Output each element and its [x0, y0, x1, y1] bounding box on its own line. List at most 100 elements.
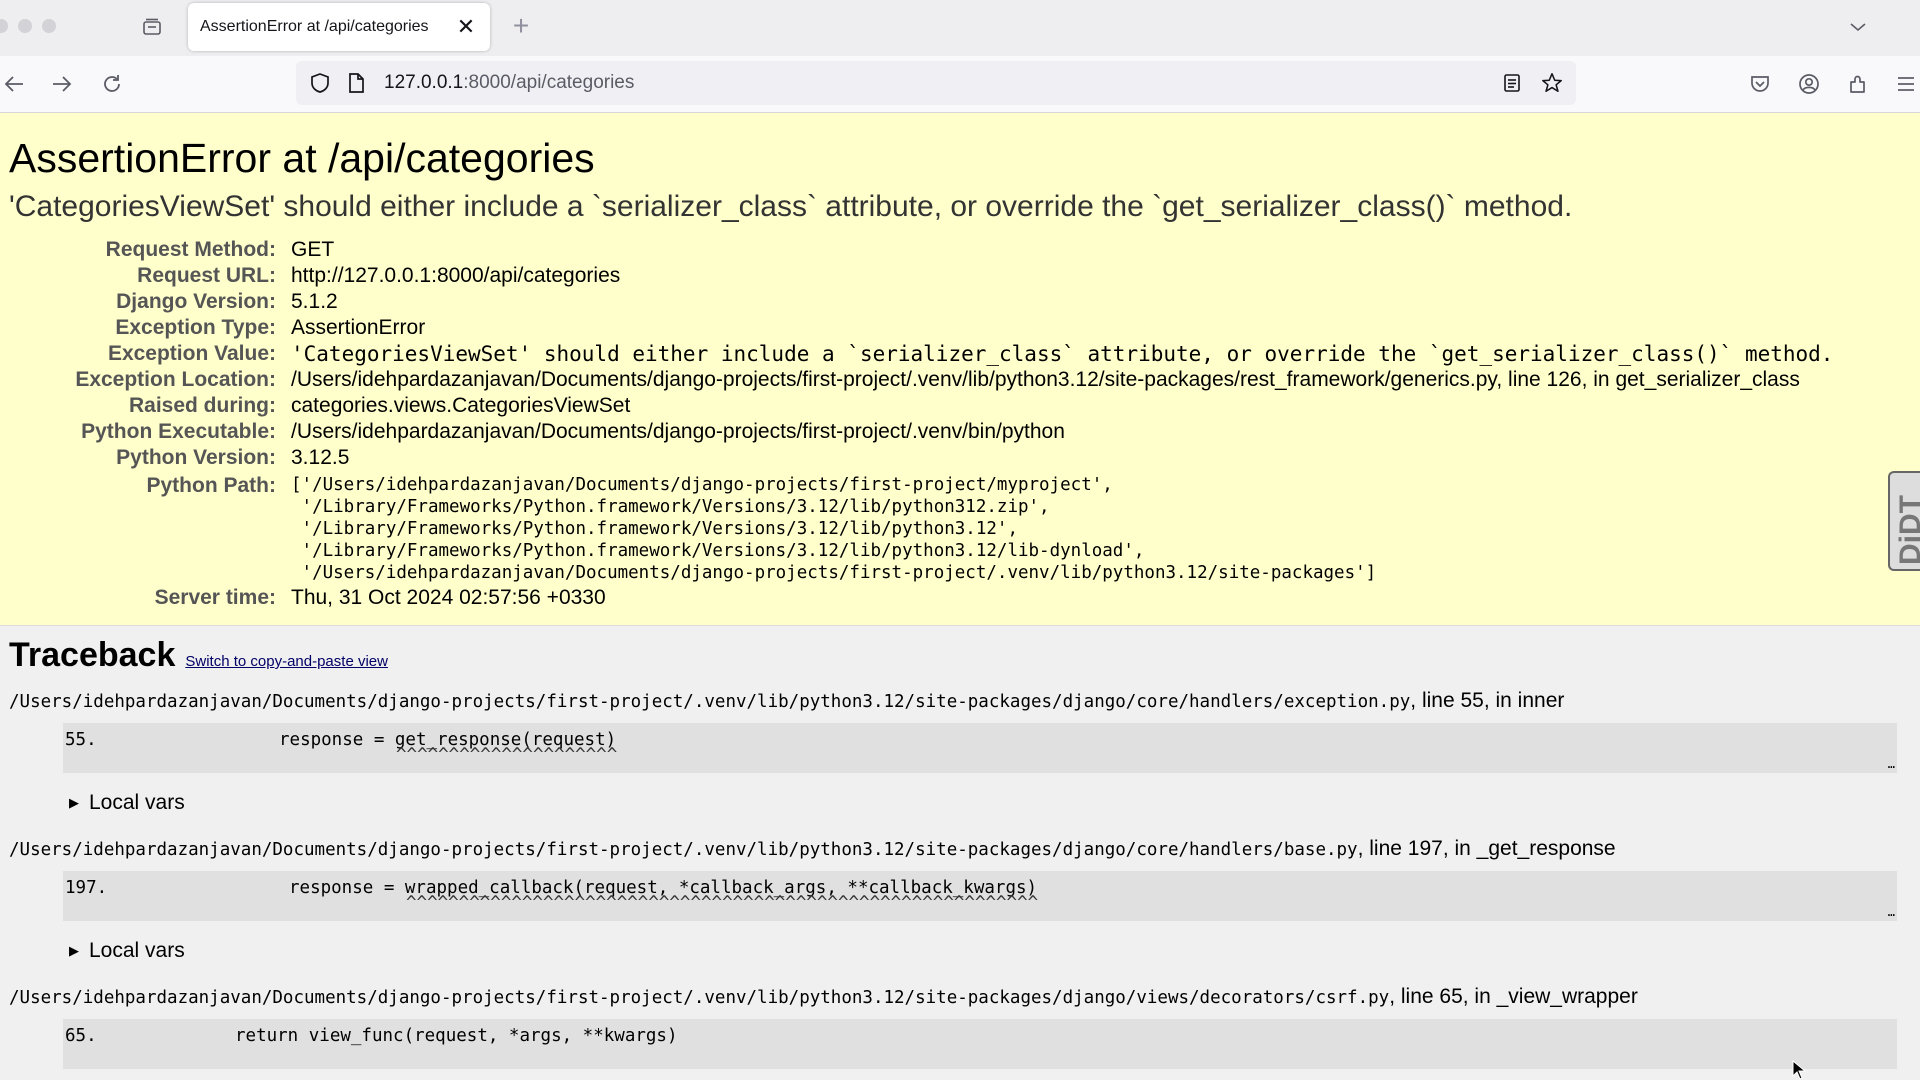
- debug-toolbar-label: DjDT: [1894, 495, 1920, 565]
- traceback-frame: /Users/idehpardazanjavan/Documents/djang…: [9, 689, 1911, 815]
- meta-value: /Users/idehpardazanjavan/Documents/djang…: [291, 420, 1065, 443]
- close-window-button[interactable]: [0, 19, 8, 33]
- python-path-entry: '/Library/Frameworks/Python.framework/Ve…: [291, 497, 1050, 517]
- meta-label: Server time:: [154, 586, 276, 609]
- extensions-icon[interactable]: [1844, 70, 1872, 98]
- meta-value: categories.views.CategoriesViewSet: [291, 394, 631, 417]
- frame-suffix: , line 65, in _view_wrapper: [1389, 985, 1638, 1008]
- triangle-right-icon: ▶: [69, 795, 79, 810]
- meta-value: Thu, 31 Oct 2024 02:57:56 +0330: [291, 586, 606, 609]
- frame-location: /Users/idehpardazanjavan/Documents/djang…: [9, 985, 1911, 1009]
- python-path-list: ['/Users/idehpardazanjavan/Documents/dja…: [291, 471, 1833, 585]
- traceback-heading: Traceback: [9, 636, 176, 674]
- error-carets: ^^^^^^^^^^^^^^^^^^^^^: [396, 745, 618, 765]
- python-path-entry: '/Library/Frameworks/Python.framework/Ve…: [291, 519, 1018, 539]
- exception-heading: 'CategoriesViewSet' should either includ…: [9, 190, 1573, 223]
- python-path-entry: '/Users/idehpardazanjavan/Documents/djan…: [291, 563, 1377, 583]
- account-icon[interactable]: [1795, 70, 1823, 98]
- meta-label: Python Path:: [146, 474, 277, 497]
- meta-value: 5.1.2: [291, 290, 338, 313]
- frame-suffix: , line 197, in _get_response: [1357, 837, 1616, 860]
- ellipsis: …: [1887, 905, 1895, 919]
- frame-suffix: , line 55, in inner: [1410, 689, 1565, 712]
- meta-label: Exception Location:: [75, 368, 276, 391]
- page-icon[interactable]: [344, 69, 368, 97]
- meta-row: Python Version: 3.12.5: [9, 445, 1833, 471]
- triangle-right-icon: ▶: [69, 943, 79, 958]
- local-vars-label: Local vars: [89, 791, 185, 814]
- ellipsis: …: [1887, 757, 1895, 771]
- meta-label: Python Executable:: [81, 420, 276, 443]
- local-vars-toggle[interactable]: ▶ Local vars: [69, 791, 1911, 815]
- frame-path: /Users/idehpardazanjavan/Documents/djang…: [9, 988, 1390, 1008]
- error-carets: ^^^^^^^^^^^^^^^^^^^^^^^^^^^^^^^^^^^^^^^^…: [406, 893, 1039, 913]
- nav-bar: 127.0.0.1:8000/api/categories: [0, 56, 1920, 113]
- meta-row: Python Path: ['/Users/idehpardazanjavan/…: [9, 471, 1833, 585]
- meta-row: Raised during: categories.views.Categori…: [9, 393, 1833, 419]
- menu-icon[interactable]: [1892, 70, 1920, 98]
- meta-row: Server time: Thu, 31 Oct 2024 02:57:56 +…: [9, 585, 1833, 611]
- code-context[interactable]: 55. response = get_response(request) ^^^…: [63, 723, 1897, 773]
- tab-list-icon[interactable]: [140, 15, 164, 39]
- meta-row: Django Version: 5.1.2: [9, 289, 1833, 315]
- forward-arrow-icon[interactable]: [48, 70, 76, 98]
- meta-label: Python Version:: [116, 446, 276, 469]
- bookmark-star-icon[interactable]: [1536, 67, 1568, 99]
- meta-value: /Users/idehpardazanjavan/Documents/djang…: [291, 368, 1800, 391]
- close-tab-icon[interactable]: ✕: [452, 13, 480, 41]
- meta-row: Request Method: GET: [9, 237, 1833, 263]
- local-vars-label: Local vars: [89, 939, 185, 962]
- source-line: return view_func(request, *args, **kwarg…: [235, 1026, 678, 1046]
- code-context[interactable]: 197. response = wrapped_callback(request…: [63, 871, 1897, 921]
- meta-label: Exception Type:: [115, 316, 276, 339]
- chevron-down-icon[interactable]: [1846, 15, 1870, 39]
- meta-label: Request URL:: [137, 264, 276, 287]
- url-bar[interactable]: 127.0.0.1:8000/api/categories: [296, 61, 1576, 105]
- meta-value: 3.12.5: [291, 446, 350, 469]
- url-text[interactable]: 127.0.0.1:8000/api/categories: [384, 72, 1496, 94]
- meta-label: Django Version:: [116, 290, 276, 313]
- meta-label: Request Method:: [105, 238, 276, 261]
- back-arrow-icon[interactable]: [0, 70, 28, 98]
- frame-location: /Users/idehpardazanjavan/Documents/djang…: [9, 689, 1911, 713]
- meta-row: Python Executable: /Users/idehpardazanja…: [9, 419, 1833, 445]
- maximize-window-button[interactable]: [42, 19, 56, 33]
- line-number: 197.: [65, 878, 108, 898]
- minimize-window-button[interactable]: [18, 19, 32, 33]
- traceback-frame: /Users/idehpardazanjavan/Documents/djang…: [9, 837, 1911, 963]
- meta-label: Exception Value:: [107, 342, 276, 365]
- meta-value: AssertionError: [291, 316, 426, 339]
- traceback-section: Traceback Switch to copy-and-paste view …: [0, 636, 1920, 1069]
- window-controls: [0, 19, 56, 33]
- meta-value: GET: [291, 238, 335, 261]
- python-path-entry: ['/Users/idehpardazanjavan/Documents/dja…: [291, 475, 1113, 495]
- meta-row: Exception Type: AssertionError: [9, 315, 1833, 341]
- url-host: 127.0.0.1: [384, 72, 464, 93]
- error-summary: AssertionError at /api/categories 'Categ…: [0, 113, 1920, 626]
- code-context[interactable]: 65. return view_func(request, *args, **k…: [63, 1019, 1897, 1069]
- python-path-entry: '/Library/Frameworks/Python.framework/Ve…: [291, 541, 1145, 561]
- tab-active[interactable]: AssertionError at /api/categories ✕: [188, 3, 490, 51]
- meta-value: 'CategoriesViewSet' should either includ…: [291, 342, 1834, 366]
- traceback-frame: /Users/idehpardazanjavan/Documents/djang…: [9, 985, 1911, 1069]
- line-number: 55.: [65, 730, 97, 750]
- meta-row: Request URL: http://127.0.0.1:8000/api/c…: [9, 263, 1833, 289]
- pocket-icon[interactable]: [1746, 70, 1774, 98]
- line-number: 65.: [65, 1026, 97, 1046]
- reload-icon[interactable]: [98, 70, 126, 98]
- debug-toolbar-handle[interactable]: DjDT: [1888, 471, 1920, 571]
- mouse-cursor-icon: [1792, 1060, 1807, 1080]
- meta-row: Exception Location: /Users/idehpardazanj…: [9, 367, 1833, 393]
- new-tab-button[interactable]: +: [508, 12, 534, 40]
- reader-view-icon[interactable]: [1496, 67, 1528, 99]
- local-vars-toggle[interactable]: ▶ Local vars: [69, 939, 1911, 963]
- tab-bar: AssertionError at /api/categories ✕ +: [0, 0, 1920, 56]
- frame-location: /Users/idehpardazanjavan/Documents/djang…: [9, 837, 1911, 861]
- switch-view-link[interactable]: Switch to copy-and-paste view: [185, 653, 388, 670]
- shield-icon[interactable]: [306, 69, 334, 97]
- request-meta-table: Request Method: GET Request URL: http://…: [9, 237, 1833, 611]
- frame-path: /Users/idehpardazanjavan/Documents/djang…: [9, 692, 1411, 712]
- tab-title: AssertionError at /api/categories: [200, 18, 429, 35]
- url-path: :8000/api/categories: [463, 72, 635, 93]
- meta-row: Exception Value: 'CategoriesViewSet' sho…: [9, 341, 1834, 367]
